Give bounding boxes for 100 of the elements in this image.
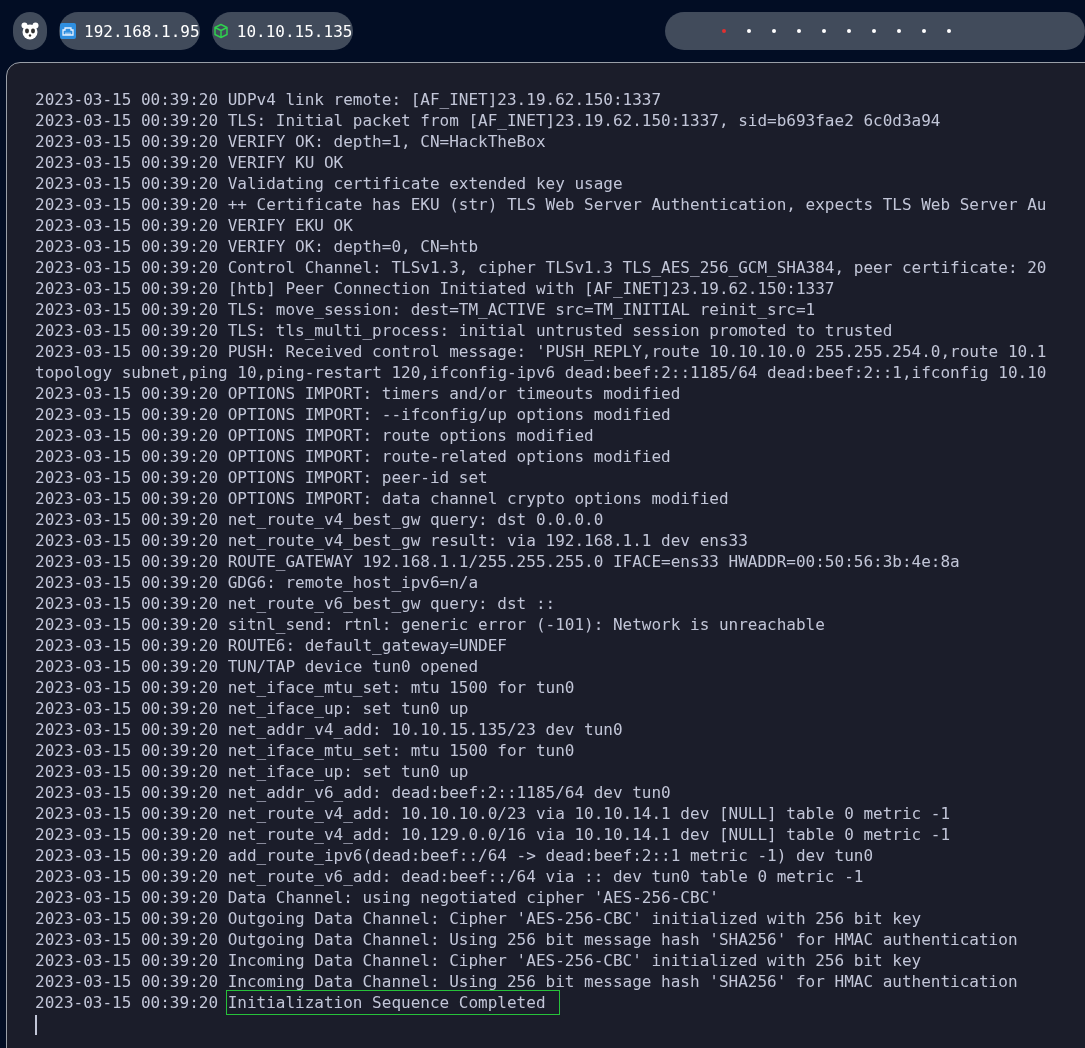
log-message: net_route_v6_add: dead:beef::/64 via :: dev tun0 table 0 metric -1 xyxy=(227,866,864,887)
log-message: Outgoing Data Channel: Using 256 bit message hash 'SHA256' for HMAC authentication xyxy=(227,929,1018,950)
log-timestamp: 2023-03-15 00:39:20 xyxy=(35,971,219,992)
ip-button[interactable]: 10.10.15.135 xyxy=(212,12,353,50)
log-message: OPTIONS IMPORT: data channel crypto options modified xyxy=(227,488,729,509)
log-message: topology subnet,ping 10,ping-restart 120,ifconfig-ipv6 dead:beef:2::1185/64 dead:beef:2::1,ifconfig 10.10 xyxy=(35,362,1047,383)
log-timestamp: 2023-03-15 00:39:20 xyxy=(35,488,219,509)
log-timestamp: 2023-03-15 00:39:20 xyxy=(35,677,219,698)
log-message: [htb] Peer Connection Initiated with [AF_INET]23.19.62.150:1337 xyxy=(227,278,835,299)
log-timestamp: 2023-03-15 00:39:20 xyxy=(35,887,219,908)
log-timestamp: 2023-03-15 00:39:20 xyxy=(35,383,219,404)
log-message: OPTIONS IMPORT: peer-id set xyxy=(227,467,488,488)
log-timestamp: 2023-03-15 00:39:20 xyxy=(35,446,219,467)
log-timestamp: 2023-03-15 00:39:20 xyxy=(35,845,219,866)
log-message: net_route_v4_add: 10.129.0.0/16 via 10.10.14.1 dev [NULL] table 0 metric -1 xyxy=(227,824,951,845)
log-timestamp: 2023-03-15 00:39:20 xyxy=(35,152,219,173)
log-timestamp: 2023-03-15 00:39:20 xyxy=(35,929,219,950)
log-timestamp: 2023-03-15 00:39:20 xyxy=(35,236,219,257)
workspace-dot[interactable] xyxy=(897,29,901,33)
log-message: Data Channel: using negotiated cipher 'AES-256-CBC' xyxy=(227,887,719,908)
log-timestamp: 2023-03-15 00:39:20 xyxy=(35,824,219,845)
log-timestamp: 2023-03-15 00:39:20 xyxy=(35,572,219,593)
log-message: ROUTE6: default_gateway=UNDEF xyxy=(227,635,507,656)
log-timestamp: 2023-03-15 00:39:20 xyxy=(35,404,219,425)
log-timestamp: 2023-03-15 00:39:20 xyxy=(35,89,219,110)
log-message: Outgoing Data Channel: Cipher 'AES-256-CBC' initialized with 256 bit key xyxy=(227,908,922,929)
log-timestamp: 2023-03-15 00:39:20 xyxy=(35,257,219,278)
log-timestamp: 2023-03-15 00:39:20 xyxy=(35,341,219,362)
log-message: net_route_v6_best_gw query: dst :: xyxy=(227,593,556,614)
log-message: PUSH: Received control message: 'PUSH_REPLY,route 10.10.10.0 255.255.254.0,route 10.1 xyxy=(227,341,1047,362)
log-message: Control Channel: TLSv1.3, cipher TLSv1.3 TLS_AES_256_GCM_SHA384, peer certificate: 20 xyxy=(227,257,1047,278)
workspace-dot[interactable] xyxy=(947,29,951,33)
panda-icon xyxy=(20,21,41,41)
workspace-dot[interactable] xyxy=(847,29,851,33)
log-timestamp: 2023-03-15 00:39:20 xyxy=(35,761,219,782)
log-timestamp: 2023-03-15 00:39:20 xyxy=(35,635,219,656)
log-message: net_addr_v4_add: 10.10.15.135/23 dev tun0 xyxy=(227,719,623,740)
log-message: UDPv4 link remote: [AF_INET]23.19.62.150:1337 xyxy=(227,89,662,110)
workspace-dot[interactable] xyxy=(822,29,826,33)
workspace-dot[interactable] xyxy=(872,29,876,33)
workspace-dot[interactable] xyxy=(747,29,751,33)
log-timestamp: 2023-03-15 00:39:20 xyxy=(35,614,219,635)
workspace-dot[interactable] xyxy=(797,29,801,33)
menu-button[interactable] xyxy=(13,12,48,50)
log-timestamp: 2023-03-15 00:39:20 xyxy=(35,698,219,719)
log-message: OPTIONS IMPORT: --ifconfig/up options modified xyxy=(227,404,671,425)
log-message: ROUTE_GATEWAY 192.168.1.1/255.255.255.0 IFACE=ens33 HWADDR=00:50:56:3b:4e:8a xyxy=(227,551,960,572)
log-message: ++ Certificate has EKU (str) TLS Web Server Authentication, expects TLS Web Server Au xyxy=(227,194,1047,215)
log-timestamp: 2023-03-15 00:39:20 xyxy=(35,425,219,446)
log-timestamp: 2023-03-15 00:39:20 xyxy=(35,320,219,341)
log-message: net_iface_up: set tun0 up xyxy=(227,698,469,719)
log-message: OPTIONS IMPORT: route options modified xyxy=(227,425,594,446)
log-message: VERIFY OK: depth=0, CN=htb xyxy=(227,236,479,257)
log-message: GDG6: remote_host_ipv6=n/a xyxy=(227,572,479,593)
log-message: Incoming Data Channel: Using 256 bit message hash 'SHA256' for HMAC authentication xyxy=(227,971,1018,992)
log-message: TLS: tls_multi_process: initial untrusted session promoted to trusted xyxy=(227,320,893,341)
log-message: add_route_ipv6(dead:beef::/64 -> dead:beef:2::1 metric -1) dev tun0 xyxy=(227,845,874,866)
workspace-dot[interactable] xyxy=(722,29,726,33)
log-message: net_route_v4_best_gw query: dst 0.0.0.0 xyxy=(227,509,604,530)
log-timestamp: 2023-03-15 00:39:20 xyxy=(35,719,219,740)
log-timestamp: 2023-03-15 00:39:20 xyxy=(35,278,219,299)
log-message: Initialization Sequence Completed xyxy=(227,992,558,1013)
ethernet-icon xyxy=(60,23,77,39)
log-message: VERIFY OK: depth=1, CN=HackTheBox xyxy=(227,131,546,152)
log-message: VERIFY EKU OK xyxy=(227,215,353,236)
log-message: net_iface_mtu_set: mtu 1500 for tun0 xyxy=(227,677,575,698)
log-timestamp: 2023-03-15 00:39:20 xyxy=(35,950,219,971)
log-timestamp: 2023-03-15 00:39:20 xyxy=(35,173,219,194)
log-message: net_iface_up: set tun0 up xyxy=(227,761,469,782)
log-timestamp: 2023-03-15 00:39:20 xyxy=(35,593,219,614)
workspace-dot[interactable] xyxy=(772,29,776,33)
log-timestamp: 2023-03-15 00:39:20 xyxy=(35,551,219,572)
log-timestamp: 2023-03-15 00:39:20 xyxy=(35,866,219,887)
log-message: TUN/TAP device tun0 opened xyxy=(227,656,479,677)
workspace-dot[interactable] xyxy=(922,29,926,33)
log-message: VERIFY KU OK xyxy=(227,152,344,173)
text-cursor xyxy=(35,1015,37,1035)
log-timestamp: 2023-03-15 00:39:20 xyxy=(35,467,219,488)
log-message: net_iface_mtu_set: mtu 1500 for tun0 xyxy=(227,740,575,761)
log-message: net_route_v4_best_gw result: via 192.168.1.1 dev ens33 xyxy=(227,530,748,551)
log-timestamp: 2023-03-15 00:39:20 xyxy=(35,908,219,929)
log-timestamp: 2023-03-15 00:39:20 xyxy=(35,530,219,551)
log-timestamp: 2023-03-15 00:39:20 xyxy=(35,803,219,824)
log-message: net_route_v4_add: 10.10.10.0/23 via 10.10.14.1 dev [NULL] table 0 metric -1 xyxy=(227,803,951,824)
log-message: TLS: move_session: dest=TM_ACTIVE src=TM_INITIAL reinit_src=1 xyxy=(227,299,816,320)
log-timestamp: 2023-03-15 00:39:20 xyxy=(35,131,219,152)
log-message: Validating certificate extended key usage xyxy=(227,173,623,194)
log-timestamp: 2023-03-15 00:39:20 xyxy=(35,992,219,1013)
log-timestamp: 2023-03-15 00:39:20 xyxy=(35,110,219,131)
log-timestamp: 2023-03-15 00:39:20 xyxy=(35,299,219,320)
log-timestamp: 2023-03-15 00:39:20 xyxy=(35,656,219,677)
log-message: Incoming Data Channel: Cipher 'AES-256-CBC' initialized with 256 bit key xyxy=(227,950,922,971)
ip-button[interactable]: 192.168.1.95 xyxy=(59,12,201,50)
log-message: TLS: Initial packet from [AF_INET]23.19.62.150:1337, sid=b693fae2 6c0d3a94 xyxy=(227,110,941,131)
log-message: OPTIONS IMPORT: timers and/or timeouts modified xyxy=(227,383,681,404)
log-message: OPTIONS IMPORT: route-related options modified xyxy=(227,446,671,467)
log-timestamp: 2023-03-15 00:39:20 xyxy=(35,194,219,215)
log-timestamp: 2023-03-15 00:39:20 xyxy=(35,215,219,236)
log-timestamp: 2023-03-15 00:39:20 xyxy=(35,509,219,530)
log-timestamp: 2023-03-15 00:39:20 xyxy=(35,782,219,803)
